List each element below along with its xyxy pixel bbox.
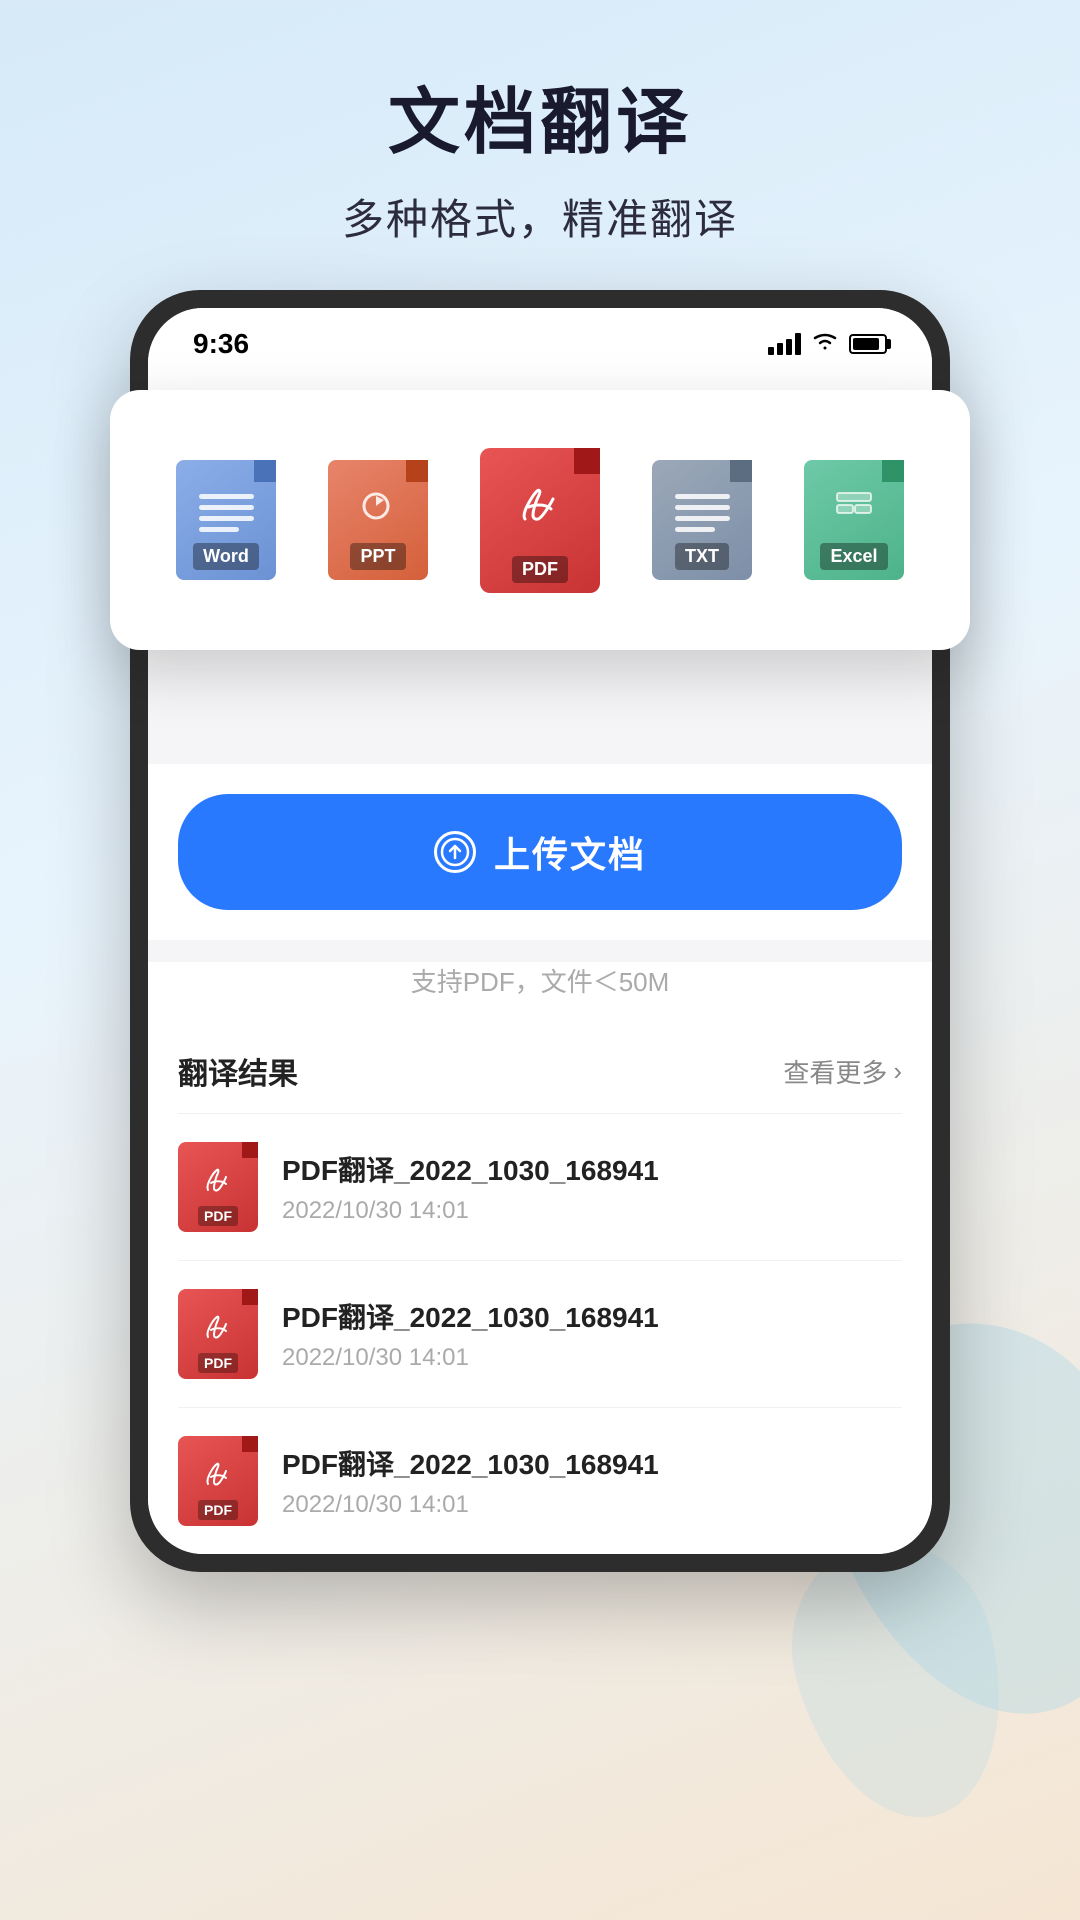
results-more-label: 查看更多 <box>783 1053 887 1090</box>
pdf-label-result-1: PDF <box>198 1206 238 1226</box>
result-info-2: PDF翻译_2022_1030_168941 2022/10/30 14:01 <box>282 1296 902 1372</box>
result-item[interactable]: PDF PDF翻译_2022_1030_168941 2022/10/30 14… <box>178 1407 902 1554</box>
top-section: 文档翻译 多种格式，精准翻译 <box>0 0 1080 297</box>
ppt-label: PPT <box>350 543 405 570</box>
ppt-file-icon: PPT <box>328 460 428 580</box>
format-item-word[interactable]: Word <box>166 450 286 590</box>
wifi-icon <box>811 330 839 358</box>
signal-icon <box>768 333 801 355</box>
result-info-3: PDF翻译_2022_1030_168941 2022/10/30 14:01 <box>282 1443 902 1519</box>
results-more-button[interactable]: 查看更多 › <box>783 1053 902 1090</box>
upload-hint: 支持PDF，文件＜50M <box>148 962 932 1019</box>
results-section: 翻译结果 查看更多 › PDF <box>148 1019 932 1554</box>
status-bar: 9:36 <box>148 308 932 370</box>
upload-section: 上传文档 <box>148 764 932 940</box>
format-selector-popup: Word PPT <box>110 390 970 650</box>
pdf-label-result-2: PDF <box>198 1353 238 1373</box>
upload-button-label: 上传文档 <box>494 826 646 878</box>
status-icons <box>768 330 887 358</box>
result-pdf-icon-1: PDF <box>178 1142 258 1232</box>
result-date-2: 2022/10/30 14:01 <box>282 1344 902 1372</box>
results-header: 翻译结果 查看更多 › <box>178 1049 902 1093</box>
result-item[interactable]: PDF PDF翻译_2022_1030_168941 2022/10/30 14… <box>178 1113 902 1260</box>
txt-label: TXT <box>675 543 729 570</box>
upload-icon <box>434 831 476 873</box>
txt-file-icon: TXT <box>652 460 752 580</box>
battery-icon <box>849 334 887 354</box>
format-item-pdf[interactable]: PDF <box>470 440 610 600</box>
result-pdf-icon-3: PDF <box>178 1436 258 1526</box>
result-date-3: 2022/10/30 14:01 <box>282 1491 902 1519</box>
format-item-ppt[interactable]: PPT <box>318 450 438 590</box>
format-item-txt[interactable]: TXT <box>642 450 762 590</box>
format-item-excel[interactable]: Excel <box>794 450 914 590</box>
result-item[interactable]: PDF PDF翻译_2022_1030_168941 2022/10/30 14… <box>178 1260 902 1407</box>
pdf-file-icon: PDF <box>480 448 600 593</box>
pdf-label: PDF <box>512 556 568 583</box>
results-title: 翻译结果 <box>178 1049 298 1093</box>
excel-file-icon: Excel <box>804 460 904 580</box>
word-label: Word <box>193 543 259 570</box>
result-date-1: 2022/10/30 14:01 <box>282 1197 902 1225</box>
result-info-1: PDF翻译_2022_1030_168941 2022/10/30 14:01 <box>282 1149 902 1225</box>
result-name-3: PDF翻译_2022_1030_168941 <box>282 1443 902 1483</box>
word-file-icon: Word <box>176 460 276 580</box>
excel-label: Excel <box>820 543 887 570</box>
page-subtitle: 多种格式，精准翻译 <box>0 186 1080 247</box>
page-title: 文档翻译 <box>0 80 1080 166</box>
upload-button[interactable]: 上传文档 <box>178 794 902 910</box>
result-name-2: PDF翻译_2022_1030_168941 <box>282 1296 902 1336</box>
pdf-label-result-3: PDF <box>198 1500 238 1520</box>
result-pdf-icon-2: PDF <box>178 1289 258 1379</box>
result-name-1: PDF翻译_2022_1030_168941 <box>282 1149 902 1189</box>
results-more-arrow: › <box>893 1056 902 1087</box>
status-time: 9:36 <box>193 328 249 360</box>
